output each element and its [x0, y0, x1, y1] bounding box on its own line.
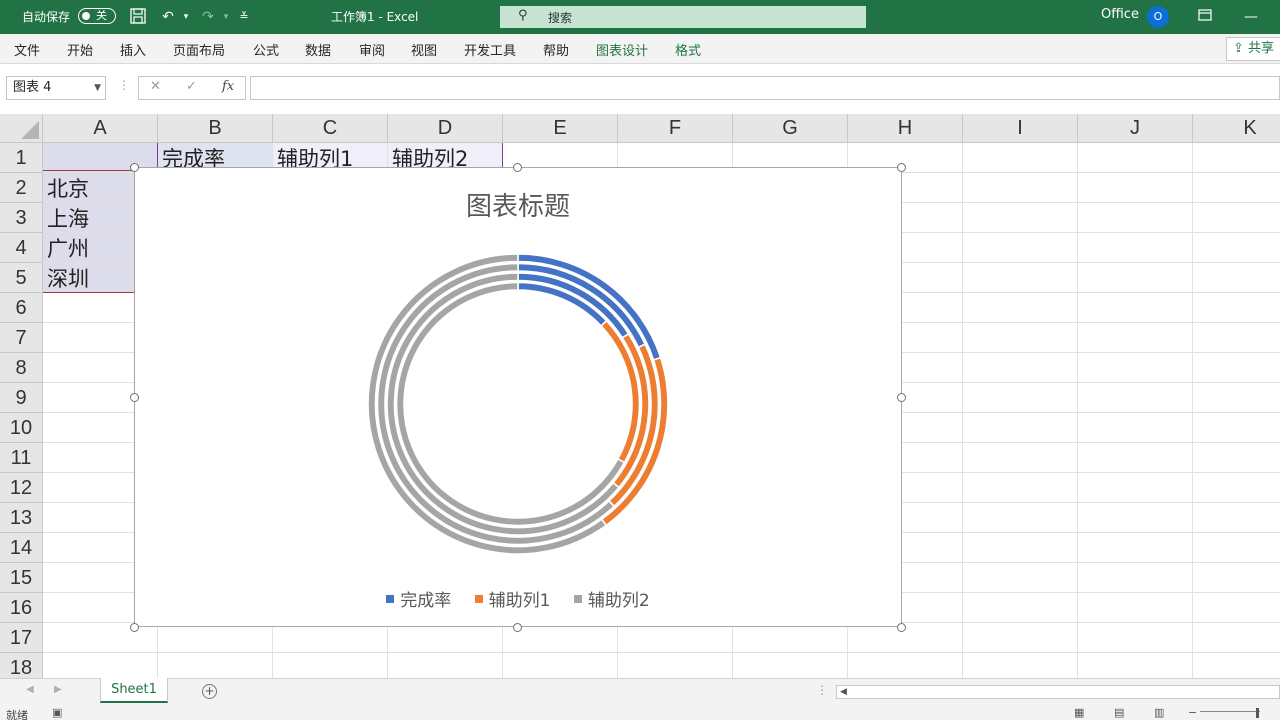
redo-icon[interactable]: ↷	[198, 7, 218, 27]
legend-swatch-completion	[386, 595, 395, 603]
horizontal-scrollbar[interactable]: ◀	[836, 685, 1280, 699]
tab-home[interactable]: 开始	[67, 40, 93, 59]
title-bar: 自动保存 关 ↶ ▾ ↷ ▾ ≚ 工作簿1 - Excel ⚲ 搜索 Offic…	[0, 0, 1280, 34]
chevron-down-icon[interactable]: ▼	[94, 77, 101, 99]
legend-swatch-helper2	[573, 595, 582, 603]
undo-dropdown-icon[interactable]: ▾	[176, 7, 196, 27]
legend-label-completion: 完成率	[400, 591, 452, 611]
cancel-entry-button[interactable]: ✕	[150, 79, 161, 94]
share-icon: ⇪	[1233, 41, 1244, 56]
resize-handle-ne[interactable]	[897, 163, 906, 172]
resize-handle-sw[interactable]	[130, 623, 139, 632]
zoom-out-icon[interactable]: −	[1188, 706, 1197, 719]
status-ready: 就绪	[6, 709, 28, 720]
resize-handle-nw[interactable]	[130, 163, 139, 172]
search-icon: ⚲	[518, 8, 528, 23]
tab-format[interactable]: 格式	[675, 40, 701, 59]
zoom-slider-thumb[interactable]	[1256, 708, 1259, 718]
tab-insert[interactable]: 插入	[120, 40, 146, 59]
page-layout-view-icon[interactable]: ▤	[1114, 706, 1124, 719]
next-sheet-icon[interactable]: ▶	[54, 684, 62, 695]
legend-swatch-helper1	[474, 595, 483, 603]
ribbon-tabs: 文件 开始 插入 页面布局 公式 数据 审阅 视图 开发工具 帮助 图表设计 格…	[0, 34, 1280, 64]
share-button[interactable]: ⇪ 共享	[1226, 37, 1280, 61]
redo-dropdown-icon[interactable]: ▾	[216, 7, 236, 27]
autosave-label: 自动保存	[22, 10, 71, 24]
scroll-left-icon[interactable]: ◀	[840, 686, 847, 698]
sheet-tab-bar: ◀ ▶ Sheet1 + ⋮ ◀	[0, 678, 1280, 704]
chart-legend[interactable]: 完成率 辅助列1 辅助列2	[135, 586, 901, 611]
tab-review[interactable]: 审阅	[359, 40, 385, 59]
zoom-slider[interactable]	[1200, 711, 1260, 712]
resize-handle-e[interactable]	[897, 393, 906, 402]
tab-developer[interactable]: 开发工具	[464, 40, 516, 59]
legend-label-helper2: 辅助列2	[587, 591, 650, 611]
undo-icon[interactable]: ↶	[158, 7, 178, 27]
sheet-tab-sheet1[interactable]: Sheet1	[100, 678, 168, 703]
chart-object[interactable]: 图表标题 完成率 辅助列1 辅助列2	[134, 167, 902, 627]
search-box[interactable]: ⚲ 搜索	[500, 6, 866, 28]
minimize-icon[interactable]: —	[1241, 7, 1261, 27]
save-icon[interactable]	[128, 7, 148, 27]
prev-sheet-icon[interactable]: ◀	[26, 684, 34, 695]
resize-handle-w[interactable]	[130, 393, 139, 402]
accessibility-icon[interactable]: ▣	[52, 706, 62, 719]
formula-bar: 图表 4 ▼ ⋮ ✕ ✓ fx	[0, 64, 1280, 114]
insert-function-button[interactable]: fx	[222, 79, 234, 94]
legend-item-helper1[interactable]: 辅助列1	[474, 586, 551, 611]
share-label: 共享	[1248, 41, 1275, 56]
autosave-state: 关	[96, 9, 107, 22]
legend-item-helper2[interactable]: 辅助列2	[573, 586, 650, 611]
resize-handle-se[interactable]	[897, 623, 906, 632]
search-placeholder: 搜索	[548, 11, 573, 25]
donut-segment-4-3[interactable]	[395, 281, 626, 527]
tab-chart-design[interactable]: 图表设计	[596, 40, 648, 59]
tab-page-layout[interactable]: 页面布局	[173, 40, 225, 59]
tab-help[interactable]: 帮助	[543, 40, 569, 59]
tab-formulas[interactable]: 公式	[253, 40, 279, 59]
document-title: 工作簿1 - Excel	[331, 10, 419, 24]
status-bar: 就绪 ▣ ▦ ▤ ▥ −	[0, 704, 1280, 720]
donut-chart[interactable]	[135, 168, 901, 626]
page-break-view-icon[interactable]: ▥	[1154, 706, 1164, 719]
toggle-knob	[82, 12, 90, 20]
autosave-toggle[interactable]: 关	[78, 8, 116, 24]
ribbon-display-options-icon[interactable]	[1195, 7, 1215, 27]
name-box-value: 图表 4	[13, 80, 52, 95]
legend-label-helper1: 辅助列1	[488, 591, 551, 611]
tab-split-handle-icon[interactable]: ⋮	[816, 683, 828, 697]
name-box[interactable]: 图表 4 ▼	[6, 76, 106, 100]
legend-item-completion[interactable]: 完成率	[386, 586, 451, 611]
resize-handle-s[interactable]	[513, 623, 522, 632]
add-sheet-button[interactable]: +	[202, 684, 217, 699]
resize-handle-n[interactable]	[513, 163, 522, 172]
tab-view[interactable]: 视图	[411, 40, 437, 59]
tab-file[interactable]: 文件	[14, 40, 40, 59]
normal-view-icon[interactable]: ▦	[1074, 706, 1084, 719]
avatar[interactable]: O	[1147, 6, 1169, 28]
formula-input[interactable]	[250, 76, 1280, 100]
tab-data[interactable]: 数据	[305, 40, 331, 59]
formula-bar-grip-icon[interactable]: ⋮	[118, 78, 130, 92]
confirm-entry-button[interactable]: ✓	[186, 79, 197, 94]
formula-buttons: ✕ ✓ fx	[138, 76, 246, 100]
customize-toolbar-icon[interactable]: ≚	[234, 7, 254, 27]
account-name[interactable]: Office	[1101, 7, 1139, 22]
